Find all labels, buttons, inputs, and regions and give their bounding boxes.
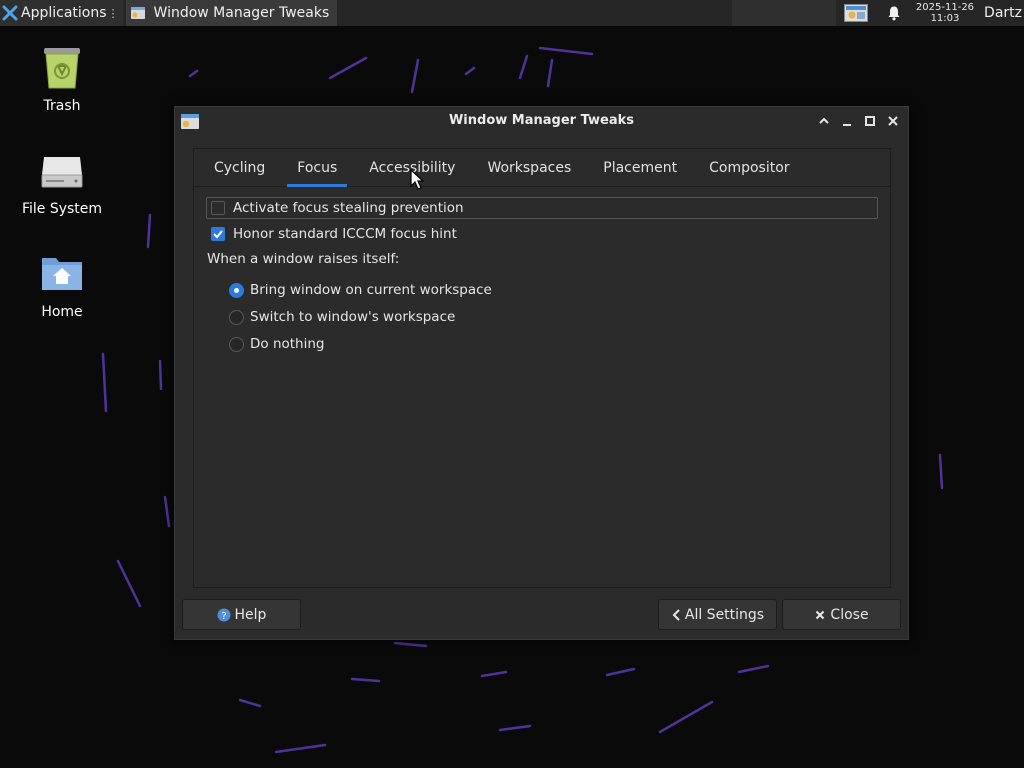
maximize-icon bbox=[864, 116, 875, 126]
tab-cycling[interactable]: Cycling bbox=[204, 149, 275, 186]
raise-option-label: Do nothing bbox=[250, 336, 325, 352]
icccm-row[interactable]: Honor standard ICCCM focus hint bbox=[206, 224, 457, 244]
keyboard-focus-outline bbox=[206, 197, 878, 219]
system-tray: 2025-11-26 11:03 Dartz bbox=[731, 0, 1024, 26]
checkmark-icon bbox=[213, 230, 223, 239]
home-folder-icon bbox=[42, 258, 82, 290]
taskbar-item-label: Window Manager Tweaks bbox=[153, 5, 330, 21]
window-manager-tray-icon[interactable] bbox=[843, 4, 868, 22]
maximize-button[interactable] bbox=[858, 112, 881, 130]
raise-option-bring-window[interactable]: Bring window on current workspace bbox=[229, 280, 492, 300]
window-controls bbox=[812, 112, 904, 130]
close-button-label: Close bbox=[830, 606, 869, 623]
focus-stealing-row[interactable]: Activate focus stealing prevention bbox=[206, 197, 878, 219]
desktop-icon-trash[interactable]: Trash bbox=[2, 44, 122, 114]
help-button[interactable]: ? Help bbox=[182, 599, 301, 630]
user-menu[interactable]: Dartz bbox=[984, 5, 1024, 21]
tab-focus[interactable]: Focus bbox=[287, 149, 348, 187]
tab-placement[interactable]: Placement bbox=[593, 149, 687, 186]
panel-clock[interactable]: 2025-11-26 11:03 bbox=[916, 2, 974, 24]
svg-text:?: ? bbox=[221, 611, 226, 622]
bring-window-radio[interactable] bbox=[229, 282, 244, 298]
close-icon bbox=[887, 116, 898, 126]
notification-bell-icon[interactable] bbox=[886, 5, 902, 21]
xfce-logo-icon bbox=[2, 5, 18, 21]
raise-option-switch-workspace[interactable]: Switch to window's workspace bbox=[229, 307, 455, 327]
trash-icon bbox=[44, 48, 80, 89]
clock-date: 2025-11-26 bbox=[915, 2, 975, 13]
icccm-checkbox[interactable] bbox=[211, 227, 225, 241]
window-title: Window Manager Tweaks bbox=[448, 113, 635, 128]
chevron-up-icon bbox=[818, 117, 829, 124]
window-manager-tweaks-icon bbox=[130, 7, 145, 19]
minimize-button[interactable] bbox=[835, 112, 858, 130]
close-icon bbox=[816, 610, 825, 619]
switch-workspace-radio[interactable] bbox=[229, 309, 244, 325]
mouse-pointer-icon bbox=[410, 169, 424, 190]
tab-workspaces[interactable]: Workspaces bbox=[477, 149, 581, 186]
settings-notebook: Cycling Focus Accessibility Workspaces P… bbox=[193, 148, 891, 588]
window-titlebar[interactable]: Window Manager Tweaks bbox=[175, 107, 908, 135]
help-button-label: Help bbox=[234, 606, 267, 623]
tab-compositor[interactable]: Compositor bbox=[699, 149, 799, 186]
desktop-icon-home[interactable]: Home bbox=[2, 250, 122, 320]
close-button[interactable]: Close bbox=[782, 599, 901, 630]
raise-option-label: Switch to window's workspace bbox=[250, 309, 456, 325]
desktop-icon-file-system[interactable]: File System bbox=[2, 147, 122, 217]
tab-bar: Cycling Focus Accessibility Workspaces P… bbox=[194, 149, 890, 187]
minimize-icon bbox=[842, 124, 851, 126]
raise-option-do-nothing[interactable]: Do nothing bbox=[229, 334, 325, 354]
shade-button[interactable] bbox=[812, 112, 835, 130]
menu-handle-icon: ⋮ bbox=[107, 6, 119, 20]
desktop-icon-label: Trash bbox=[43, 98, 81, 114]
applications-menu-label: Applications bbox=[21, 5, 107, 21]
window-manager-tweaks-window: Window Manager Tweaks Cycling Focus Acce… bbox=[174, 106, 909, 640]
all-settings-button[interactable]: All Settings bbox=[658, 599, 777, 630]
desktop-icon-label: Home bbox=[41, 304, 83, 320]
desktop: Applications ⋮ Window Manager Tweaks 202… bbox=[0, 0, 1024, 768]
desktop-icon-label: File System bbox=[21, 201, 103, 217]
raise-option-label: Bring window on current workspace bbox=[250, 282, 492, 298]
close-window-button[interactable] bbox=[881, 112, 904, 130]
raise-heading: When a window raises itself: bbox=[207, 251, 400, 267]
top-panel: Applications ⋮ Window Manager Tweaks 202… bbox=[0, 0, 1024, 26]
taskbar-item-window-manager-tweaks[interactable]: Window Manager Tweaks bbox=[125, 0, 338, 26]
applications-menu-button[interactable]: Applications ⋮ bbox=[0, 0, 123, 26]
icccm-label: Honor standard ICCCM focus hint bbox=[233, 226, 457, 242]
all-settings-button-label: All Settings bbox=[684, 606, 765, 623]
help-icon: ? bbox=[217, 608, 231, 622]
chevron-left-icon bbox=[672, 608, 680, 621]
do-nothing-radio[interactable] bbox=[229, 336, 244, 352]
clock-time: 11:03 bbox=[930, 13, 960, 24]
hard-drive-icon bbox=[41, 157, 83, 188]
